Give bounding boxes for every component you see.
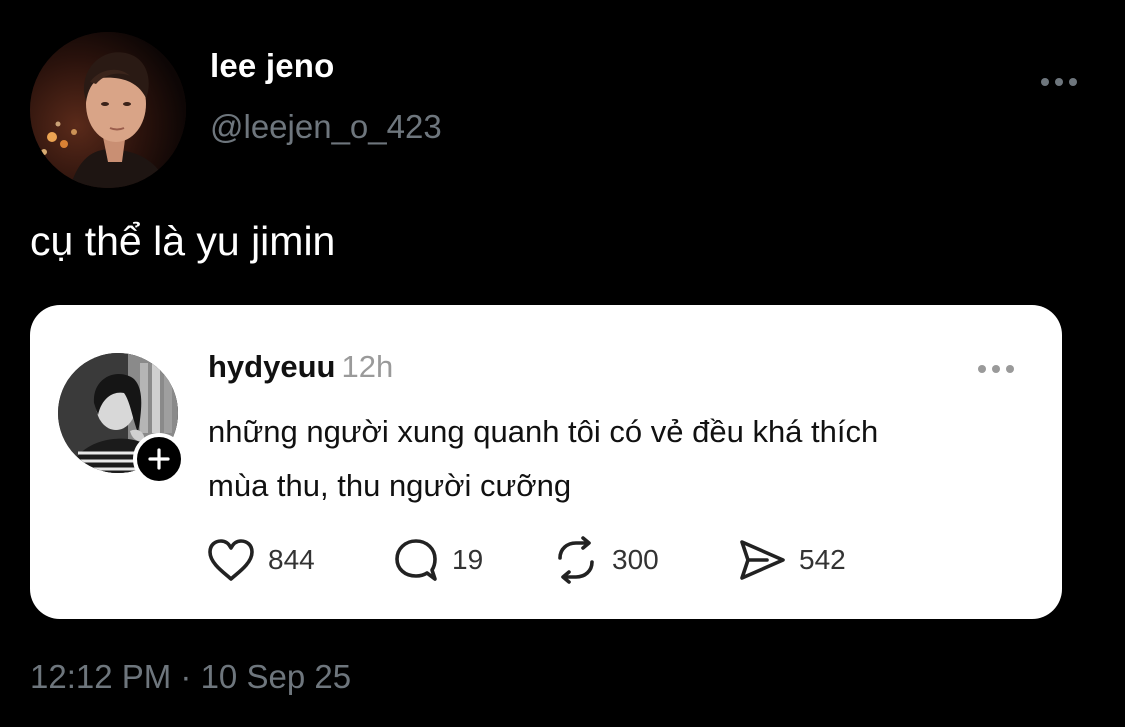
quote-username[interactable]: hydyeuu [208,349,335,384]
plus-icon [148,448,170,470]
more-options-button[interactable] [1036,68,1082,96]
send-icon [740,540,785,580]
repost-button[interactable]: 300 [552,535,659,585]
quote-time: 12h [341,349,394,384]
share-button[interactable]: 542 [737,535,846,585]
comment-icon [395,539,437,581]
reply-button[interactable]: 19 [392,535,483,585]
quoted-post-card[interactable]: hydyeuu 12h những người xung quanh tôi có… [30,305,1062,619]
share-count: 542 [799,544,846,575]
author-avatar[interactable] [30,32,186,188]
quote-more-options-button[interactable] [974,357,1018,381]
author-display-name[interactable]: lee jeno [210,47,334,85]
like-count: 844 [268,544,315,575]
quote-text-line: những người xung quanh tôi có vẻ đều khá… [208,414,879,449]
repost-count: 300 [612,544,659,575]
quote-text: những người xung quanh tôi có vẻ đều khá… [208,405,1038,513]
quote-text-line: mùa thu, thu người cưỡng [208,468,572,503]
more-horizontal-icon [1041,78,1077,86]
tweet-text: cụ thể là yu jimin [30,218,336,264]
quote-author-line: hydyeuu 12h [208,349,393,385]
like-button[interactable]: 844 [206,535,315,585]
avatar-photo [30,32,186,188]
author-handle[interactable]: @leejen_o_423 [210,108,442,146]
follow-button[interactable] [133,433,185,485]
heart-icon [208,539,254,581]
more-horizontal-icon [978,365,1014,373]
tweet-timestamp[interactable]: 12:12 PM · 10 Sep 25 [30,658,351,696]
reply-count: 19 [452,544,484,575]
repost-icon [558,536,594,584]
